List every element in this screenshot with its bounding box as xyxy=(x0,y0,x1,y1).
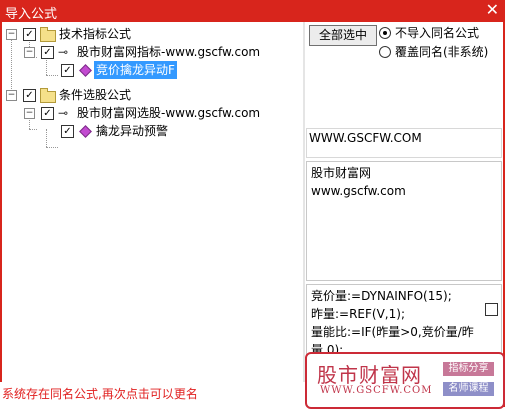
leaf-label: 竞价擒龙异动F xyxy=(94,61,177,79)
key-icon: ⊸ xyxy=(58,45,69,59)
brand-name: 股市财富网 xyxy=(317,363,422,387)
tree-item-screener-set[interactable]: − ✓ ⊸ 股市财富网选股-www.gscfw.com xyxy=(2,104,302,122)
group-label: 条件选股公式 xyxy=(59,88,132,102)
group-checkbox[interactable]: ✓ xyxy=(23,89,36,102)
code-line: 昨量:=REF(V,1); xyxy=(311,307,405,321)
group-label: 技术指标公式 xyxy=(59,27,132,41)
source-url-box: WWW.GSCFW.COM xyxy=(306,128,502,158)
brand-tag: 指标分享 xyxy=(443,362,494,376)
radio-label: 不导入同名公式 xyxy=(395,26,480,40)
brand-domain: WWW.GSCFW.COM xyxy=(320,385,433,396)
folder-icon xyxy=(40,27,56,42)
formula-icon xyxy=(79,64,92,77)
radio-button[interactable] xyxy=(379,46,391,58)
item-label: 股市财富网选股-www.gscfw.com xyxy=(77,106,261,120)
leaf-label: 擒龙异动预警 xyxy=(96,124,169,138)
formula-icon xyxy=(79,125,92,138)
description-line: www.gscfw.com xyxy=(311,184,406,198)
tree-leaf-alert[interactable]: ✓ 擒龙异动预警 xyxy=(2,122,302,140)
source-url: WWW.GSCFW.COM xyxy=(309,131,422,145)
status-message: 系统存在同名公式,再次点击可以更名 xyxy=(2,387,198,401)
close-icon[interactable]: ✕ xyxy=(486,1,499,19)
brand-tag: 名师课程 xyxy=(443,382,494,396)
tree-group-screener[interactable]: − ✓ 条件选股公式 xyxy=(2,86,302,104)
group-checkbox[interactable]: ✓ xyxy=(23,28,36,41)
code-checkbox[interactable] xyxy=(485,303,498,316)
radio-label: 覆盖同名(非系统) xyxy=(395,45,489,59)
description-line: 股市财富网 xyxy=(311,166,372,180)
tree-group-technical[interactable]: − ✓ 技术指标公式 xyxy=(2,25,302,43)
tree-item-indicator-set[interactable]: − ✓ ⊸ 股市财富网指标-www.gscfw.com xyxy=(2,43,302,61)
item-label: 股市财富网指标-www.gscfw.com xyxy=(77,45,261,59)
leaf-checkbox[interactable]: ✓ xyxy=(61,64,74,77)
code-line: 竞价量:=DYNAINFO(15); xyxy=(311,289,452,303)
window-title: 导入公式 xyxy=(5,7,58,22)
radio-button[interactable] xyxy=(379,27,391,39)
title-bar: 导入公式 ✕ xyxy=(0,0,505,22)
collapse-icon[interactable]: − xyxy=(24,108,35,119)
key-icon: ⊸ xyxy=(58,106,69,120)
collapse-icon[interactable]: − xyxy=(6,29,17,40)
collapse-icon[interactable]: − xyxy=(24,47,35,58)
right-panel: 全部选中 不导入同名公式 覆盖同名(非系统) WWW.GSCFW.COM 股市财… xyxy=(305,22,503,382)
folder-icon xyxy=(40,88,56,103)
item-checkbox[interactable]: ✓ xyxy=(41,107,54,120)
tree-leaf-formula[interactable]: ✓ 竞价擒龙异动F xyxy=(2,61,302,79)
tree-connector xyxy=(46,147,58,148)
item-checkbox[interactable]: ✓ xyxy=(41,46,54,59)
description-box[interactable]: 股市财富网 www.gscfw.com xyxy=(306,161,502,281)
leaf-checkbox[interactable]: ✓ xyxy=(61,125,74,138)
formula-tree[interactable]: − ✓ 技术指标公式 − ✓ ⊸ 股市财富网指标-www.gscfw.com ✓… xyxy=(2,22,303,380)
status-bar: 系统存在同名公式,再次点击可以更名 xyxy=(0,382,305,407)
brand-logo: 股市财富网 WWW.GSCFW.COM 指标分享 名师课程 xyxy=(305,352,505,409)
collapse-icon[interactable]: − xyxy=(6,90,17,101)
code-line: 量能比:=IF(昨量>0,竞价量/昨 xyxy=(311,325,474,339)
select-all-button[interactable]: 全部选中 xyxy=(309,25,377,46)
